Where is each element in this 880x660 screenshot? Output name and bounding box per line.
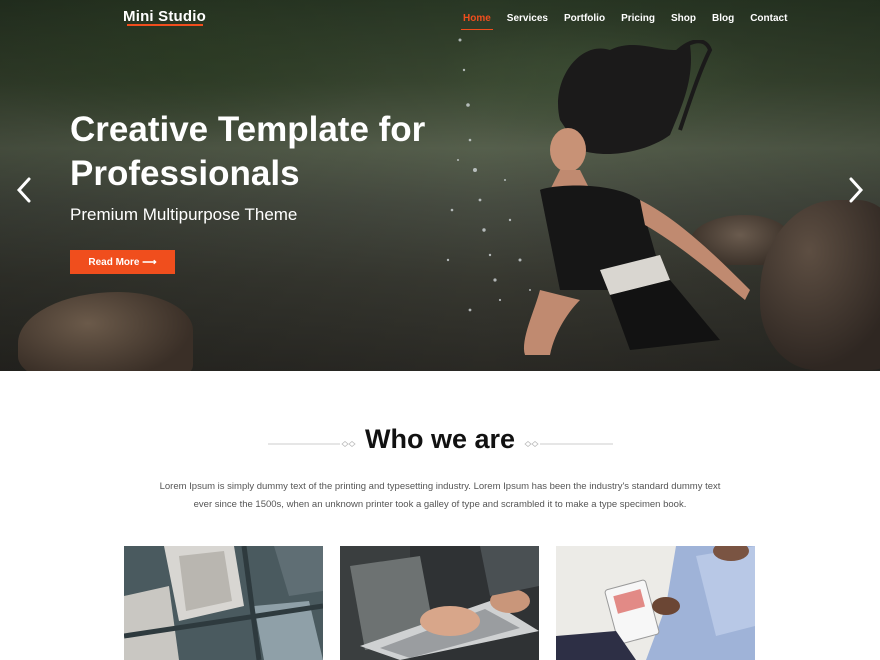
laptop-typing-image[interactable]: [340, 546, 539, 660]
nav-item-portfolio[interactable]: Portfolio: [556, 13, 613, 24]
nav-item-shop[interactable]: Shop: [663, 13, 704, 24]
section-title: Who we are: [364, 424, 516, 454]
hero-subtitle: Premium Multipurpose Theme: [70, 205, 298, 224]
read-more-button[interactable]: Read More ⟶: [70, 250, 175, 274]
title-divider-right: [524, 441, 613, 447]
tablet-user-image[interactable]: [556, 546, 755, 660]
chevron-right-icon[interactable]: [846, 176, 866, 204]
nav-item-services[interactable]: Services: [499, 13, 556, 24]
hero-title: Creative Template for Professionals: [70, 110, 426, 193]
city-aerial-illustration: [124, 546, 323, 660]
site-logo[interactable]: Mini Studio: [123, 8, 206, 25]
nav-item-pricing[interactable]: Pricing: [613, 13, 663, 24]
nav-item-home[interactable]: Home: [455, 13, 499, 30]
nav-item-contact[interactable]: Contact: [742, 13, 795, 24]
city-aerial-image[interactable]: [124, 546, 323, 660]
chevron-left-icon[interactable]: [14, 176, 34, 204]
logo-underline: [127, 24, 203, 26]
main-nav: Home Services Portfolio Pricing Shop Blo…: [455, 13, 795, 30]
intro-paragraph: Lorem Ipsum is simply dummy text of the …: [159, 481, 721, 510]
laptop-typing-illustration: [340, 546, 539, 660]
nav-item-blog[interactable]: Blog: [704, 13, 742, 24]
woman-photo: [523, 40, 750, 355]
hero-slider: Mini Studio Home Services Portfolio Pric…: [0, 0, 880, 371]
tablet-user-illustration: [556, 546, 755, 660]
